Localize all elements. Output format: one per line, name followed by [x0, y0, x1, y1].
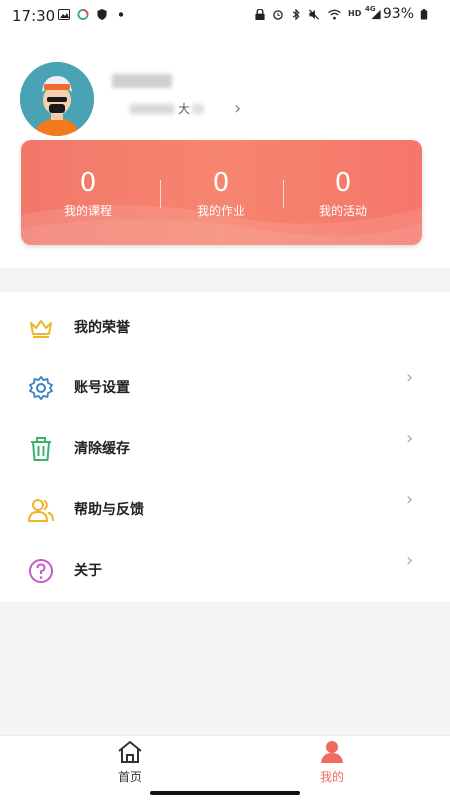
stat-homework-value: 0: [212, 168, 230, 198]
alarm-icon: [273, 10, 283, 20]
menu-label: 帮助与反馈: [74, 502, 144, 518]
chevron-right-icon: ›: [406, 489, 414, 510]
trash-icon: [31, 437, 51, 461]
mute-icon: [308, 9, 320, 20]
menu-item-clear-cache[interactable]: 清除缓存 ›: [0, 418, 450, 478]
hd-indicator: HD: [348, 9, 362, 18]
shield-icon: [97, 9, 107, 20]
menu-item-account-settings[interactable]: 账号设置 ›: [0, 357, 450, 417]
avatar-image: [20, 62, 94, 136]
menu-label: 清除缓存: [74, 441, 130, 457]
status-bar: 17:30 HD 4G 93%: [0, 0, 450, 28]
stat-courses-value: 0: [79, 168, 97, 198]
lock-icon: [255, 9, 265, 20]
menu-item-honors[interactable]: 我的荣誉: [0, 297, 450, 357]
stat-activities-label: 我的活动: [318, 204, 367, 218]
nav-item-mine[interactable]: 我的: [292, 740, 372, 785]
subtitle-text: 大: [178, 102, 191, 116]
chevron-right-icon: ›: [406, 428, 414, 449]
dot-icon: [118, 12, 124, 17]
subtitle-blur: [130, 103, 174, 114]
app-icon: [77, 9, 89, 20]
gear-icon: [29, 376, 53, 400]
profile-icon: [321, 741, 343, 763]
nav-label-home: 首页: [117, 770, 142, 784]
users-icon: [28, 499, 54, 522]
question-icon: [29, 559, 53, 583]
section-divider: [0, 268, 450, 292]
avatar[interactable]: [20, 62, 94, 136]
stats-card: 0 我的课程 0 我的作业 0 我的活动: [21, 140, 422, 245]
stat-homework[interactable]: 0 我的作业: [154, 168, 288, 219]
username: [112, 74, 172, 88]
battery-icon: [420, 9, 428, 20]
status-time: 17:30: [12, 7, 56, 25]
menu-label: 关于: [74, 563, 102, 579]
battery-text: 93%: [382, 6, 414, 22]
image-icon: [58, 9, 70, 20]
subtitle-blur-2: [192, 103, 205, 114]
empty-area: [0, 602, 450, 735]
home-icon: [118, 741, 142, 763]
user-subtitle: 大: [130, 100, 205, 116]
menu-label: 我的荣誉: [74, 320, 130, 336]
signal-icon: [371, 9, 381, 20]
stat-courses-label: 我的课程: [63, 204, 112, 218]
stat-courses[interactable]: 0 我的课程: [21, 168, 155, 219]
menu-item-about[interactable]: 关于 ›: [0, 540, 450, 600]
stat-homework-label: 我的作业: [196, 204, 245, 218]
bluetooth-icon: [292, 9, 300, 20]
menu-label: 账号设置: [74, 380, 130, 396]
crown-icon: [30, 320, 52, 338]
home-indicator: [150, 791, 300, 795]
menu-item-help-feedback[interactable]: 帮助与反馈 ›: [0, 479, 450, 539]
chevron-right-icon: ›: [406, 550, 414, 571]
wifi-icon: [328, 9, 341, 20]
nav-item-home[interactable]: 首页: [90, 740, 170, 785]
stat-activities-value: 0: [334, 168, 352, 198]
profile-chevron-icon[interactable]: ›: [234, 98, 241, 119]
chevron-right-icon: ›: [406, 367, 414, 388]
nav-label-mine: 我的: [319, 770, 344, 784]
bottom-nav: 首页 我的: [0, 735, 450, 790]
stat-activities[interactable]: 0 我的活动: [276, 168, 410, 219]
